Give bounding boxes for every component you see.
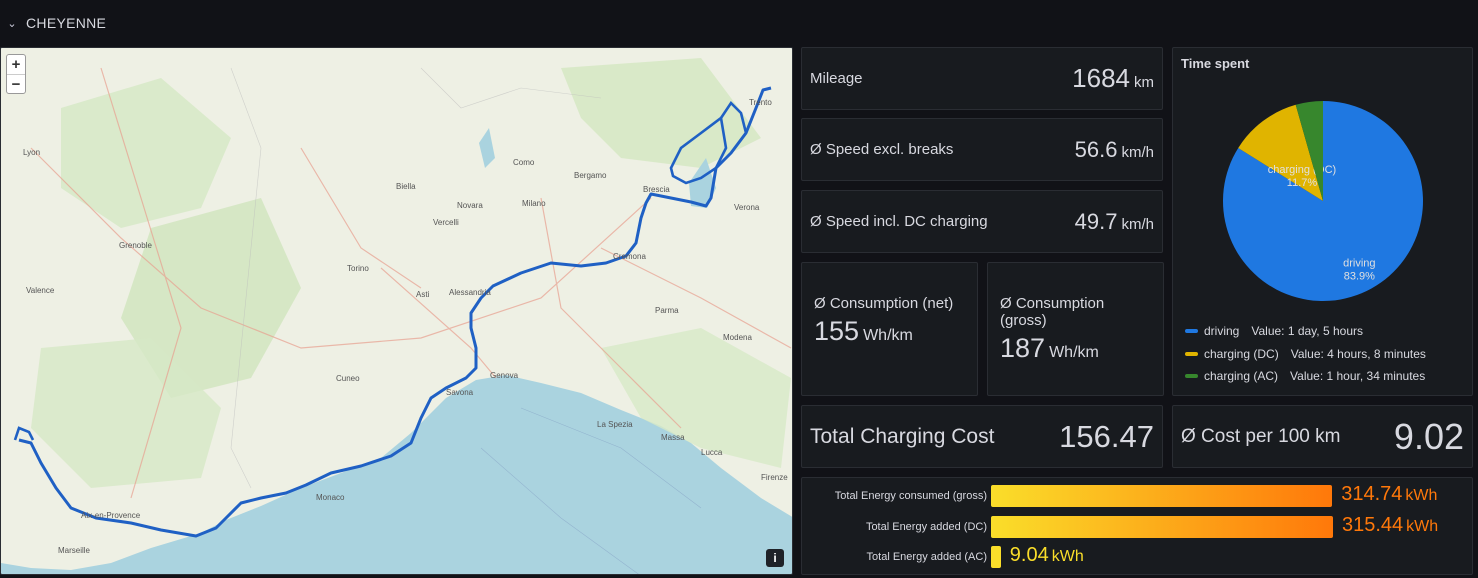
city-label: La Spezia (597, 420, 633, 429)
charging-cost-value: 156.47 (1059, 418, 1154, 454)
energy-bar-fill (991, 516, 1333, 538)
energy-row: Total Energy added (DC) 315.44 kWh (802, 514, 1478, 538)
city-label: Monaco (316, 493, 345, 502)
energy-bar-fill (991, 485, 1333, 507)
city-label: Massa (661, 433, 685, 442)
consumption-gross-value: 187 Wh/km (1000, 333, 1099, 363)
city-label: Asti (416, 290, 430, 299)
city-label: Verona (734, 203, 760, 212)
cost-per-100-panel[interactable]: Ø Cost per 100 km 9.02 (1172, 405, 1473, 468)
legend-swatch (1185, 374, 1198, 378)
energy-row-value: 314.74 kWh (1341, 483, 1438, 505)
legend-item-driving[interactable]: driving Value: 1 day, 5 hours (1185, 324, 1363, 338)
city-label: Marseille (58, 546, 91, 555)
chevron-down-icon[interactable]: ⌄ (6, 17, 18, 30)
city-label: Alessandria (449, 288, 491, 297)
legend-label: charging (AC) (1204, 369, 1279, 383)
legend-value: Value: 4 hours, 8 minutes (1290, 347, 1426, 361)
energy-bar-fill (991, 546, 1001, 568)
city-label: Bergamo (574, 171, 607, 180)
legend-value: Value: 1 day, 5 hours (1251, 324, 1363, 338)
mileage-value: 1684 km (1072, 63, 1154, 93)
legend-value: Value: 1 hour, 34 minutes (1290, 369, 1426, 383)
city-label: Firenze (761, 473, 788, 482)
energy-bar-panel[interactable]: Total Energy consumed (gross) 314.74 kWh … (801, 477, 1473, 575)
city-label: Trento (749, 98, 772, 107)
zoom-controls: + − (6, 54, 26, 94)
city-label: Aix-en-Provence (81, 511, 141, 520)
city-label: Cuneo (336, 374, 360, 383)
speed-excl-label: Ø Speed excl. breaks (810, 141, 954, 158)
pie-slice-name-label: charging (DC) (1268, 164, 1336, 176)
energy-row-value: 315.44 kWh (1342, 514, 1439, 536)
speed-incl-value: 49.7 km/h (1074, 208, 1154, 234)
city-label: Valence (26, 286, 55, 295)
zoom-out-button[interactable]: − (7, 74, 25, 93)
city-label: Modena (723, 333, 752, 342)
time-spent-panel[interactable]: Time spent driving 83.9% charging (DC) 11.7… (1172, 47, 1473, 396)
cost-per-100-label: Ø Cost per 100 km (1181, 425, 1341, 447)
energy-row-label: Total Energy consumed (gross) (834, 490, 987, 502)
consumption-gross-label: Ø Consumption (gross) (1000, 295, 1105, 329)
city-label: Genova (490, 371, 519, 380)
consumption-gross-panel[interactable]: Ø Consumption (gross) 187 Wh/km (987, 262, 1164, 396)
legend-label: driving (1204, 324, 1240, 338)
time-spent-title: Time spent (1181, 56, 1250, 71)
charging-cost-label: Total Charging Cost (810, 424, 995, 448)
energy-row: Total Energy added (AC) 9.04 kWh (802, 544, 1478, 568)
city-label: Lyon (23, 148, 41, 157)
time-spent-pie: driving83.9% charging (DC)11.7% (1223, 101, 1423, 301)
cost-per-100-value: 9.02 (1393, 415, 1464, 457)
row-title: CHEYENNE (26, 15, 107, 31)
legend-swatch (1185, 329, 1198, 333)
legend-label: charging (DC) (1204, 347, 1279, 361)
city-label: Como (513, 158, 535, 167)
city-label: Novara (457, 201, 483, 210)
legend-item-charging-ac[interactable]: charging (AC) Value: 1 hour, 34 minutes (1185, 369, 1425, 383)
city-label: Brescia (643, 185, 670, 194)
consumption-net-label: Ø Consumption (net) (814, 295, 954, 312)
legend-swatch (1185, 352, 1198, 356)
pie-slice-percent-label: 83.9% (1344, 271, 1375, 283)
city-label: Savona (446, 388, 474, 397)
city-label: Biella (396, 182, 416, 191)
energy-row: Total Energy consumed (gross) 314.74 kWh (802, 483, 1478, 507)
legend-item-charging-dc[interactable]: charging (DC) Value: 4 hours, 8 minutes (1185, 347, 1426, 361)
row-header[interactable]: ⌄ CHEYENNE (0, 0, 1478, 46)
speed-incl-panel[interactable]: Ø Speed incl. DC charging 49.7 km/h (801, 190, 1163, 253)
pie-slice-name-label: driving (1343, 258, 1375, 270)
energy-row-label: Total Energy added (DC) (865, 521, 987, 533)
city-label: Lucca (701, 448, 723, 457)
map-info-button[interactable]: i (766, 549, 784, 567)
mileage-label: Mileage (810, 70, 863, 87)
speed-incl-label: Ø Speed incl. DC charging (810, 213, 988, 230)
city-label: Cremona (613, 252, 646, 261)
city-label: Parma (655, 306, 679, 315)
city-label: Torino (347, 264, 369, 273)
energy-row-label: Total Energy added (AC) (866, 551, 987, 563)
city-label: Milano (522, 199, 546, 208)
pie-slice-percent-label: 11.7% (1287, 177, 1318, 189)
city-label: Grenoble (119, 241, 152, 250)
energy-row-value: 9.04 kWh (1009, 544, 1084, 566)
speed-excl-value: 56.6 km/h (1074, 136, 1154, 162)
consumption-net-value: 155 Wh/km (814, 316, 913, 346)
mileage-panel[interactable]: Mileage 1684 km (801, 47, 1163, 110)
charging-cost-panel[interactable]: Total Charging Cost 156.47 (801, 405, 1163, 468)
consumption-net-panel[interactable]: Ø Consumption (net) 155 Wh/km (801, 262, 978, 396)
zoom-in-button[interactable]: + (7, 55, 25, 74)
city-label: Vercelli (433, 218, 459, 227)
route-map[interactable]: Lyon Grenoble Valence Torino Milano Nova… (0, 47, 793, 575)
speed-excl-panel[interactable]: Ø Speed excl. breaks 56.6 km/h (801, 118, 1163, 181)
